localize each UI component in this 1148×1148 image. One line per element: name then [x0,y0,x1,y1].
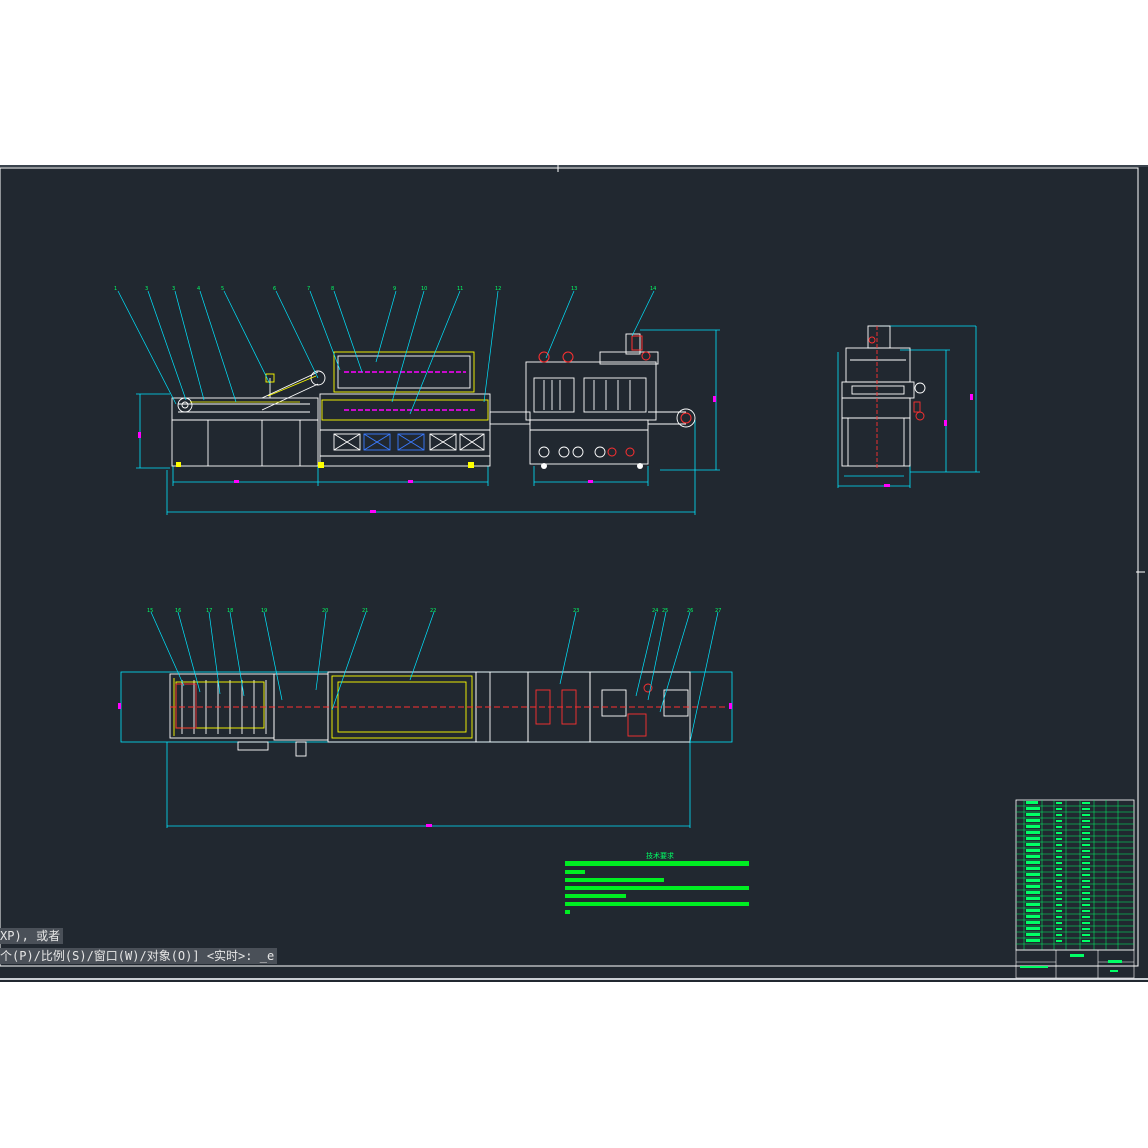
cad-drawing: 1 3 3 4 5 6 7 8 9 10 11 12 13 14 15 16 1… [0,165,1145,979]
cutting-unit [489,333,696,465]
side-dimension-markers [884,394,973,487]
side-body [841,325,926,467]
title-block-text [1020,954,1122,972]
cutting-unit-red [538,335,692,457]
parts-list-text-blocks [1026,801,1090,942]
balloon-label: 7 [307,286,310,292]
dimension-text-markers [138,396,716,513]
balloon-label: 20 [322,608,328,614]
balloon-label: 12 [495,286,501,292]
balloon-label: 17 [206,608,212,614]
balloon-label: 3 [172,286,175,292]
notes-title: 技术要求 [646,851,674,860]
balloon-label: 25 [662,608,668,614]
balloon-label: 9 [393,286,396,292]
balloon-label: 16 [175,608,181,614]
parts-list-title-block [1015,799,1135,979]
top-leaders [150,611,719,743]
balloon-label: 10 [421,286,427,292]
top-dimensions [120,671,733,828]
side-view [837,325,980,488]
balloon-label: 8 [331,286,334,292]
balloon-label: 13 [571,286,577,292]
balloon-label: 11 [457,286,463,292]
front-dimensions [136,329,720,515]
balloon-label: 5 [221,286,224,292]
balloon-label: 1 [114,286,117,292]
balloon-label: 22 [430,608,436,614]
top-view: 15 16 17 18 19 20 21 22 23 24 25 26 27 [118,608,733,828]
balloon-label: 23 [573,608,579,614]
balloon-label: 15 [147,608,153,614]
heater-tubes [344,371,476,411]
front-balloon-labels: 1 3 3 4 5 6 7 8 9 10 11 12 13 14 [114,286,656,292]
balloon-label: 3 [145,286,148,292]
top-dimension-markers [118,703,732,827]
feeding-conveyor [171,370,326,467]
top-body [169,671,691,757]
balloon-label: 6 [273,286,276,292]
balloon-label: 4 [197,286,200,292]
top-balloon-labels: 15 16 17 18 19 20 21 22 23 24 25 26 27 [147,608,721,614]
balloon-label: 14 [650,286,656,292]
balloon-label: 18 [227,608,233,614]
balloon-label: 26 [687,608,693,614]
command-prompt-line[interactable]: 个(P)/比例(S)/窗口(W)/对象(O)] <实时>: _e [0,948,278,964]
technical-notes: 技术要求 [565,851,749,914]
balloon-label: 21 [362,608,368,614]
front-view: 1 3 3 4 5 6 7 8 9 10 11 12 13 14 [114,286,720,515]
side-dimensions [837,325,980,488]
balloon-label: 24 [652,608,658,614]
command-history-line: XP), 或者 [0,928,64,944]
oven-legs [176,462,474,468]
balloon-label: 19 [261,608,267,614]
balloon-label: 27 [715,608,721,614]
notes-lines [565,861,749,914]
tunnel-oven [319,351,491,467]
